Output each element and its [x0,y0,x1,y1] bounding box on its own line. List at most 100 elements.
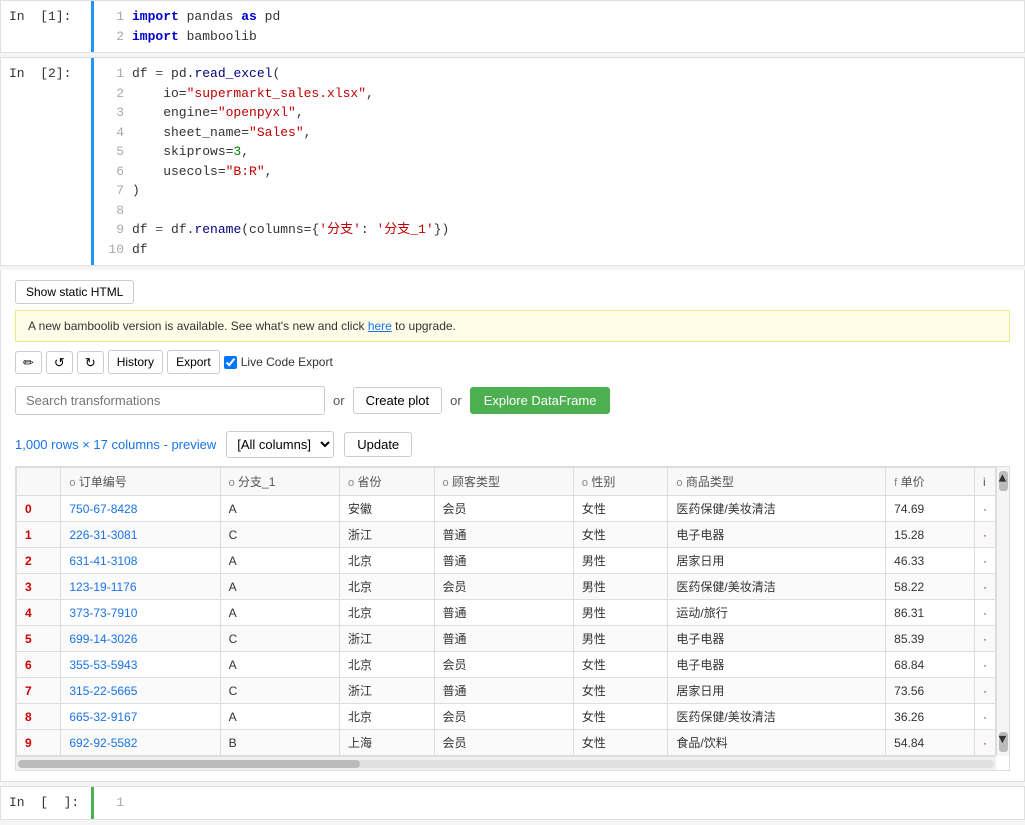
row-province: 浙江 [340,626,434,652]
row-price: 46.33 [886,548,975,574]
col-header-customer[interactable]: o 顾客类型 [434,468,573,496]
or-label-1: or [333,393,345,408]
or-label-2: or [450,393,462,408]
row-extra: · [975,704,996,730]
row-province: 北京 [340,574,434,600]
row-branch: B [220,730,339,756]
col-header-product[interactable]: o 商品类型 [668,468,886,496]
search-input[interactable] [15,386,325,415]
row-price: 85.39 [886,626,975,652]
cell-1-code[interactable]: 1import pandas as pd 2import bamboolib [91,1,1024,52]
row-extra: · [975,652,996,678]
scrollbar-thumb-down[interactable]: ▼ [999,732,1008,752]
row-index: 4 [17,600,61,626]
row-product: 医药保健/美妆清洁 [668,704,886,730]
row-gender: 男性 [573,600,667,626]
output-area: Show static HTML A new bamboolib version… [0,270,1025,782]
row-index: 8 [17,704,61,730]
row-order-id: 226-31-3081 [61,522,220,548]
table-row: 7 315-22-5665 C 浙江 普通 女性 居家日用 73.56 · [17,678,996,704]
upgrade-link[interactable]: here [368,319,392,333]
cell-2-code[interactable]: 1df = pd.read_excel( 2 io="supermarkt_sa… [91,58,1024,265]
row-gender: 男性 [573,626,667,652]
explore-dataframe-button[interactable]: Explore DataFrame [470,387,611,414]
row-price: 86.31 [886,600,975,626]
show-html-button[interactable]: Show static HTML [15,280,134,304]
col-header-extra[interactable]: i [975,468,996,496]
row-price: 58.22 [886,574,975,600]
scrollbar-x-track [18,760,994,768]
create-plot-button[interactable]: Create plot [353,387,443,414]
row-gender: 女性 [573,730,667,756]
table-row: 1 226-31-3081 C 浙江 普通 女性 电子电器 15.28 · [17,522,996,548]
row-product: 电子电器 [668,626,886,652]
row-product: 居家日用 [668,678,886,704]
row-product: 医药保健/美妆清洁 [668,496,886,522]
row-gender: 女性 [573,704,667,730]
scrollbar-thumb-up[interactable]: ▲ [999,471,1008,491]
row-order-id: 631-41-3108 [61,548,220,574]
search-row: or Create plot or Explore DataFrame [15,386,1010,415]
scrollbar-horizontal[interactable] [16,756,996,770]
table-row: 3 123-19-1176 A 北京 会员 男性 医药保健/美妆清洁 58.22… [17,574,996,600]
upgrade-banner: A new bamboolib version is available. Se… [15,310,1010,342]
row-gender: 女性 [573,496,667,522]
empty-cell: In [ ]: 1 [0,786,1025,820]
row-extra: · [975,678,996,704]
history-button[interactable]: History [108,350,163,374]
notebook: In [1]: 1import pandas as pd 2import bam… [0,0,1025,820]
row-extra: · [975,730,996,756]
table-row: 8 665-32-9167 A 北京 会员 女性 医药保健/美妆清洁 36.26… [17,704,996,730]
row-product: 电子电器 [668,522,886,548]
row-index: 2 [17,548,61,574]
row-customer: 会员 [434,704,573,730]
row-product: 居家日用 [668,548,886,574]
row-order-id: 699-14-3026 [61,626,220,652]
update-button[interactable]: Update [344,432,412,457]
row-customer: 普通 [434,548,573,574]
row-order-id: 315-22-5665 [61,678,220,704]
row-province: 上海 [340,730,434,756]
col-header-branch[interactable]: o 分支_1 [220,468,339,496]
table-row: 0 750-67-8428 A 安徽 会员 女性 医药保健/美妆清洁 74.69… [17,496,996,522]
row-order-id: 750-67-8428 [61,496,220,522]
pencil-icon-button[interactable]: ✏ [15,351,42,374]
row-customer: 会员 [434,496,573,522]
columns-select[interactable]: [All columns] [226,431,334,458]
col-header-order-id[interactable]: o 订单编号 [61,468,220,496]
export-button[interactable]: Export [167,350,220,374]
cell-2-label: In [2]: [1,58,91,265]
row-index: 7 [17,678,61,704]
row-order-id: 665-32-9167 [61,704,220,730]
dataframe-controls: 1,000 rows × 17 columns - preview [All c… [15,431,1010,458]
live-code-checkbox[interactable] [224,356,237,369]
redo-icon-button[interactable]: ↻ [77,351,104,374]
row-price: 74.69 [886,496,975,522]
col-header-price[interactable]: f 单价 [886,468,975,496]
row-branch: A [220,704,339,730]
row-branch: C [220,522,339,548]
scrollbar-vertical[interactable]: ▲ ▼ [996,467,1009,756]
table-row: 9 692-92-5582 B 上海 会员 女性 食品/饮料 54.84 · [17,730,996,756]
col-header-index [17,468,61,496]
row-product: 电子电器 [668,652,886,678]
row-extra: · [975,626,996,652]
row-index: 5 [17,626,61,652]
row-branch: A [220,600,339,626]
row-order-id: 373-73-7910 [61,600,220,626]
table-row: 5 699-14-3026 C 浙江 普通 男性 电子电器 85.39 · [17,626,996,652]
col-header-province[interactable]: o 省份 [340,468,434,496]
undo-icon-button[interactable]: ↺ [46,351,73,374]
empty-cell-content[interactable]: 1 [91,787,1024,819]
scrollbar-x-thumb[interactable] [18,760,360,768]
live-code-label[interactable]: Live Code Export [224,355,333,369]
row-branch: A [220,548,339,574]
upgrade-banner-text: A new bamboolib version is available. Se… [28,319,368,333]
col-header-gender[interactable]: o 性别 [573,468,667,496]
row-index: 0 [17,496,61,522]
row-product: 运动/旅行 [668,600,886,626]
row-index: 9 [17,730,61,756]
table-row: 6 355-53-5943 A 北京 会员 女性 电子电器 68.84 · [17,652,996,678]
row-customer: 会员 [434,652,573,678]
row-province: 北京 [340,600,434,626]
